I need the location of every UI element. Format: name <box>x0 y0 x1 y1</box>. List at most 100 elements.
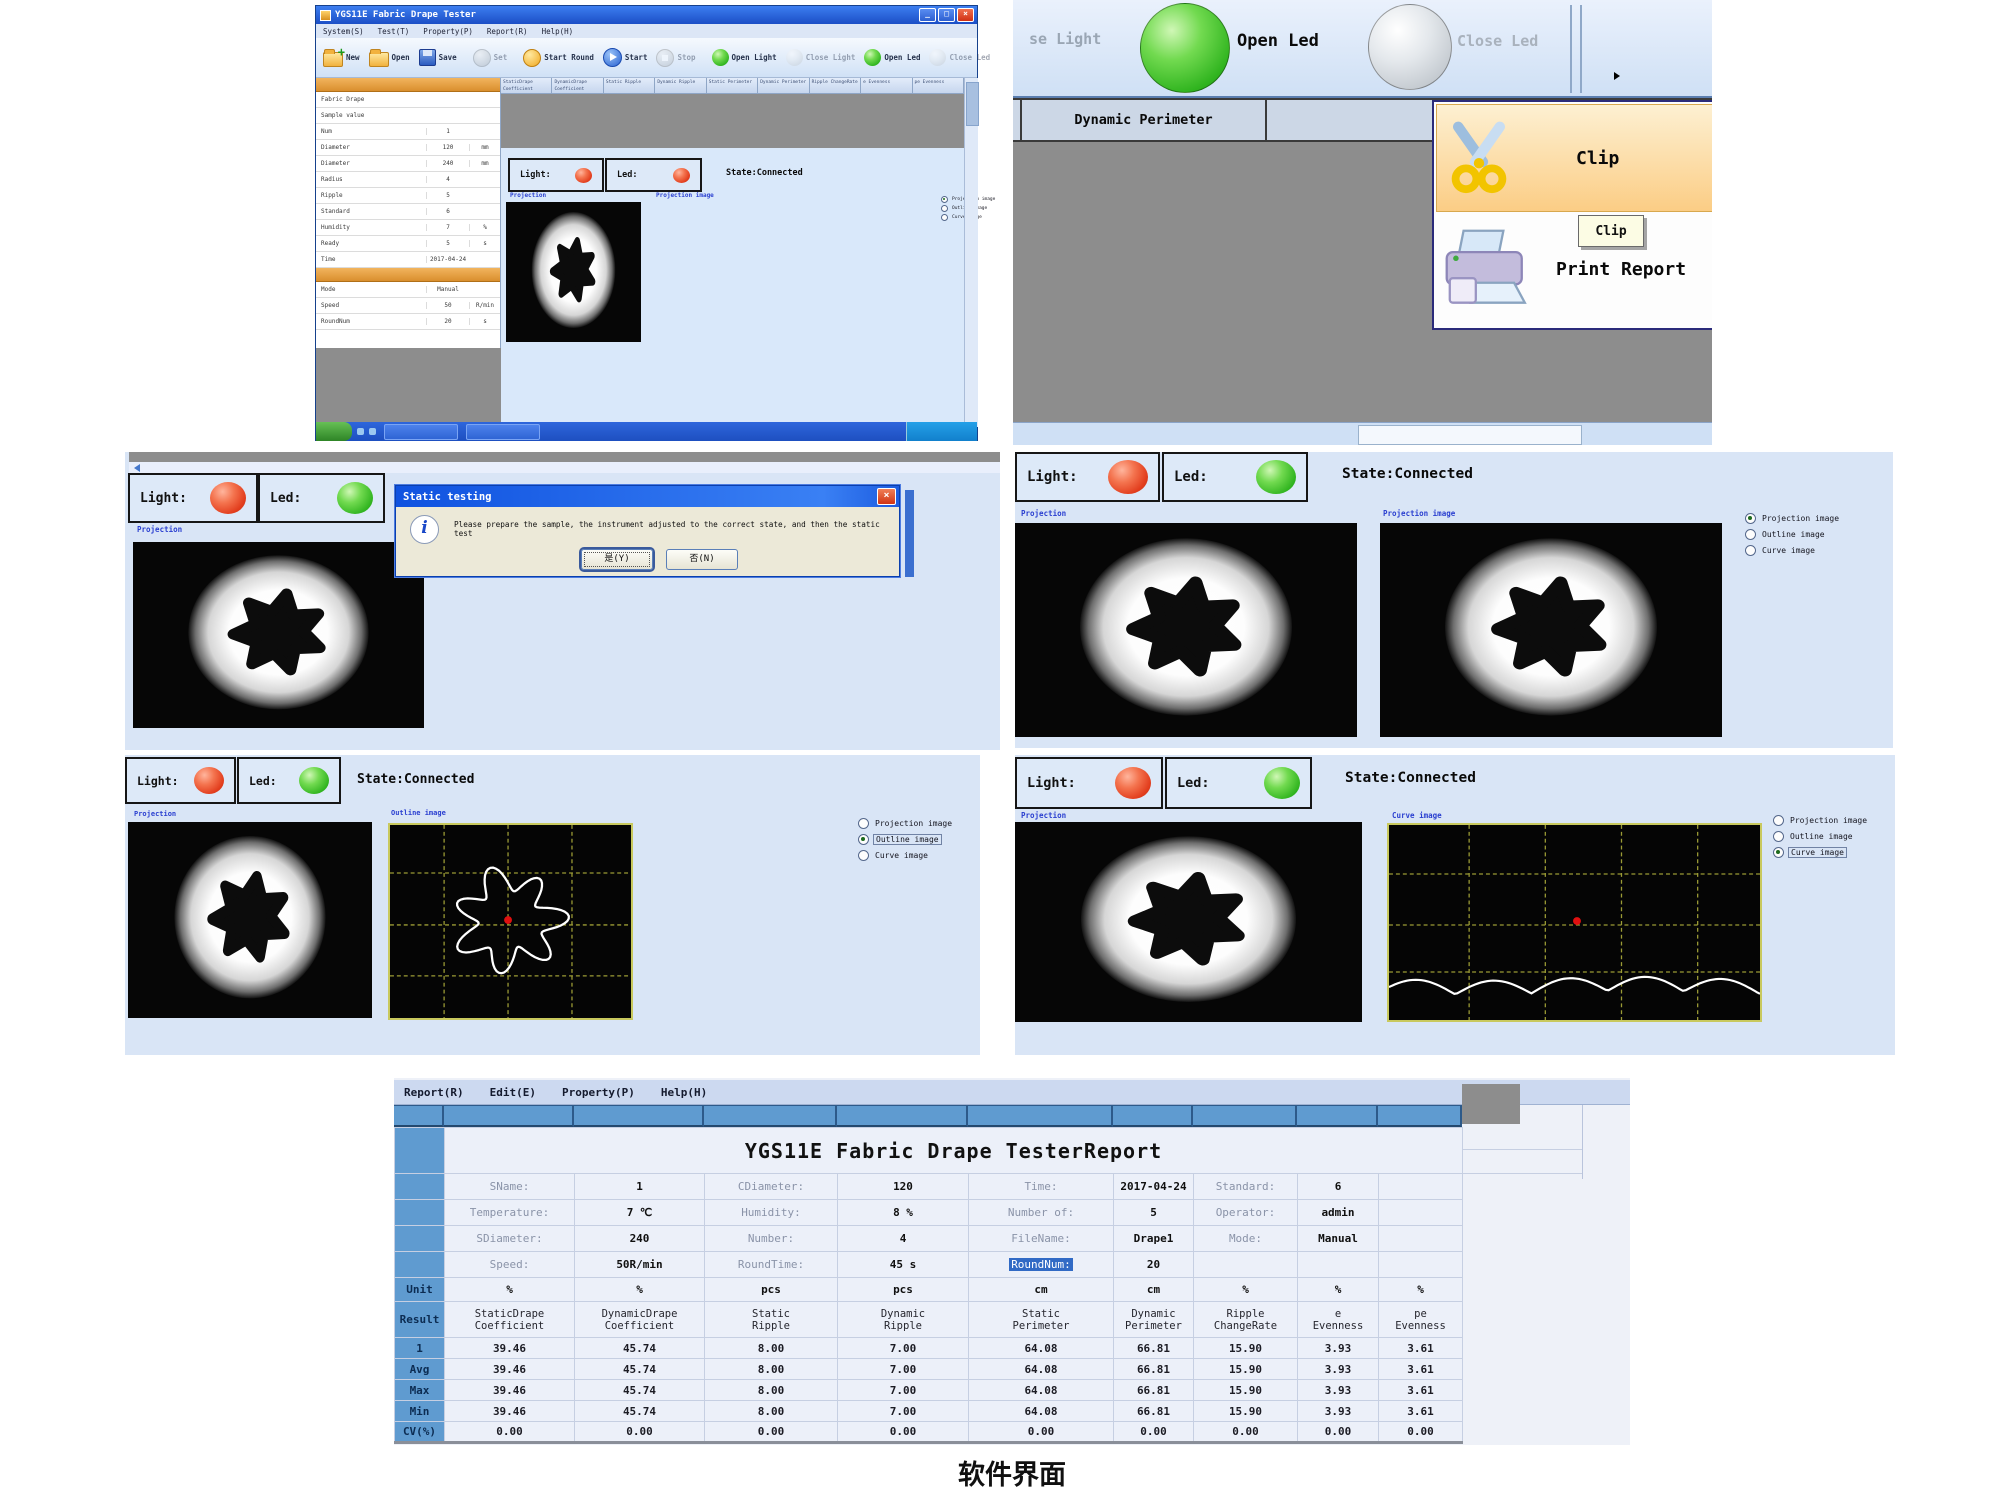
toolbar-button-open[interactable]: Open <box>366 46 413 69</box>
row-header <box>395 1200 445 1226</box>
scroll-left-arrow-icon[interactable] <box>134 464 140 472</box>
column-tab[interactable]: StaticDrape Coefficient <box>501 78 552 93</box>
radio-icon[interactable] <box>1745 513 1756 524</box>
radio-icon[interactable] <box>1773 815 1784 826</box>
result-value: 66.81 <box>1114 1359 1194 1380</box>
radio-option-curve-image[interactable]: Curve image <box>1745 545 1841 556</box>
radio-option-projection-image[interactable]: Projection image <box>1773 815 1869 826</box>
param-row[interactable]: Fabric Drape <box>316 92 500 108</box>
param-row[interactable]: Standard6 <box>316 204 500 220</box>
radio-icon[interactable] <box>1745 545 1756 556</box>
dialog-close-icon[interactable]: × <box>877 488 896 505</box>
task-button[interactable] <box>466 424 540 440</box>
scrollbar-thumb[interactable] <box>1358 425 1582 445</box>
menu-item[interactable]: Help(H) <box>542 27 574 36</box>
maximize-button[interactable]: □ <box>938 8 955 22</box>
toolbar-button-open-light[interactable]: Open Light <box>709 47 780 68</box>
param-row[interactable]: ModeManual <box>316 282 500 298</box>
quicklaunch-icon[interactable] <box>357 428 364 435</box>
menu-item-clip[interactable]: Clip <box>1436 104 1712 212</box>
menu-item[interactable]: Test(T) <box>378 27 410 36</box>
task-button[interactable] <box>384 424 458 440</box>
param-row[interactable]: Ready5s <box>316 236 500 252</box>
menu-item[interactable]: Property(P) <box>423 27 473 36</box>
toolbar-button-new[interactable]: New <box>320 46 363 69</box>
column-tab[interactable]: DynamicDrape Coefficient <box>552 78 603 93</box>
result-value: 0.00 <box>838 1422 969 1443</box>
radio-option-outline-image[interactable]: Outline image <box>1773 831 1869 842</box>
column-tab[interactable]: Dynamic Perimeter <box>758 78 809 93</box>
start-button[interactable] <box>316 422 352 441</box>
radio-option-curve-image[interactable]: Curve image <box>1773 847 1869 858</box>
column-tab[interactable]: pe Evenness <box>913 78 964 93</box>
vertical-scrollbar[interactable] <box>964 78 978 427</box>
param-row[interactable]: Diameter120mm <box>316 140 500 156</box>
param-row[interactable]: Num1 <box>316 124 500 140</box>
field-value: Manual <box>1298 1226 1379 1252</box>
column-tab[interactable]: e Evenness <box>861 78 912 93</box>
column-tab[interactable]: Dynamic Ripple <box>655 78 706 93</box>
open-led-button-label[interactable]: Open Led <box>1237 31 1319 51</box>
close-button[interactable]: × <box>957 8 974 22</box>
param-row[interactable]: Diameter240mm <box>316 156 500 172</box>
title-bar[interactable]: YGS11E Fabric Drape Tester _ □ × <box>316 6 977 24</box>
radio-icon[interactable] <box>941 214 948 221</box>
app-icon <box>320 10 331 21</box>
report-menu-item[interactable]: Report(R) <box>404 1086 464 1099</box>
field-value: 45 s <box>838 1252 969 1278</box>
radio-option-curve-image[interactable]: Curve image <box>858 850 954 861</box>
radio-option-outline-image[interactable]: Outline image <box>1745 529 1841 540</box>
menu-item[interactable]: System(S) <box>323 27 364 36</box>
radio-icon[interactable] <box>858 850 869 861</box>
toolbar-button-start[interactable]: Start <box>600 46 651 69</box>
param-unit: mm <box>469 144 500 151</box>
column-tab[interactable]: Ripple ChangeRate <box>810 78 861 93</box>
report-menu-item[interactable]: Edit(E) <box>490 1086 536 1099</box>
param-row[interactable]: Ripple5 <box>316 188 500 204</box>
toolbar-button-open-led[interactable]: Open Led <box>861 47 923 68</box>
param-row[interactable]: Radius4 <box>316 172 500 188</box>
param-row[interactable]: RoundNum20s <box>316 314 500 330</box>
radio-icon[interactable] <box>858 818 869 829</box>
minimize-button[interactable]: _ <box>919 8 936 22</box>
radio-icon[interactable] <box>941 196 948 203</box>
field-label[interactable]: RoundNum: <box>969 1252 1114 1278</box>
scroll-strip[interactable] <box>129 462 1000 473</box>
radio-option-outline-image[interactable]: Outline image <box>858 834 954 845</box>
horizontal-scrollbar[interactable] <box>1013 422 1712 445</box>
radio-icon[interactable] <box>858 834 869 845</box>
projection-image <box>506 202 641 342</box>
menu-item-print-report[interactable]: Print Report <box>1436 214 1712 324</box>
led-label: Led: <box>617 170 637 180</box>
quicklaunch-icon[interactable] <box>369 428 376 435</box>
column-tab[interactable]: Static Perimeter <box>707 78 758 93</box>
dialog-title-bar[interactable]: Static testing × <box>396 486 899 507</box>
yes-button[interactable]: 是(Y) <box>581 549 653 570</box>
close-light-button-label[interactable]: se Light <box>1029 30 1101 48</box>
field-label <box>1194 1252 1298 1278</box>
report-menu-item[interactable]: Help(H) <box>661 1086 707 1099</box>
column-tab[interactable]: Static Ripple <box>604 78 655 93</box>
no-button[interactable]: 否(N) <box>666 549 738 570</box>
param-row[interactable]: Speed50R/min <box>316 298 500 314</box>
result-value: 66.81 <box>1114 1380 1194 1401</box>
light-label: Light: <box>1027 775 1076 791</box>
param-row[interactable]: Sample value <box>316 108 500 124</box>
light-label: Light: <box>137 774 179 788</box>
radio-icon[interactable] <box>941 205 948 212</box>
param-row[interactable]: Time2017-04-24 <box>316 252 500 268</box>
menu-item[interactable]: Report(R) <box>487 27 528 36</box>
band-cell <box>444 1105 574 1127</box>
close-led-sphere-icon[interactable] <box>1368 4 1452 90</box>
radio-option-projection-image[interactable]: Projection image <box>1745 513 1841 524</box>
toolbar-button-start-round[interactable]: Start Round <box>520 47 597 69</box>
radio-icon[interactable] <box>1745 529 1756 540</box>
radio-icon[interactable] <box>1773 847 1784 858</box>
scrollbar-thumb[interactable] <box>966 82 979 126</box>
toolbar-button-save[interactable]: Save <box>416 47 460 68</box>
report-menu-item[interactable]: Property(P) <box>562 1086 635 1099</box>
open-led-sphere-icon[interactable] <box>1140 3 1230 93</box>
param-row[interactable]: Humidity7% <box>316 220 500 236</box>
radio-option-projection-image[interactable]: Projection image <box>858 818 954 829</box>
radio-icon[interactable] <box>1773 831 1784 842</box>
